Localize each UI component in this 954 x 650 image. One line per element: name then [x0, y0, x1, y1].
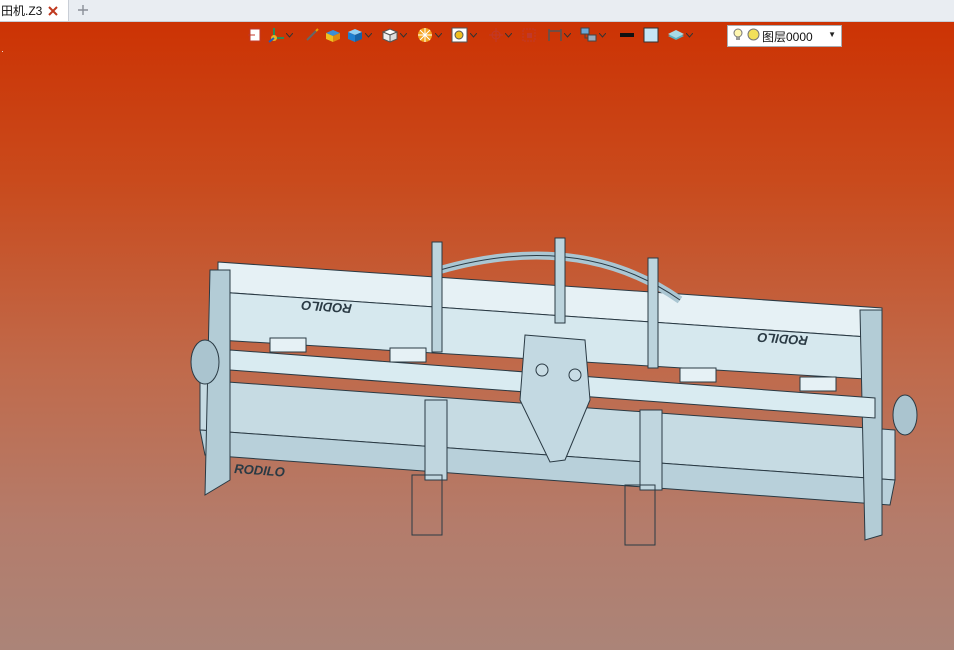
blue-cube-icon[interactable]	[345, 24, 372, 46]
close-icon[interactable]	[47, 5, 59, 17]
chevron-down-icon	[470, 24, 477, 46]
chevron-down-icon	[286, 24, 293, 46]
axis-triad-icon[interactable]	[266, 24, 293, 46]
line-color-icon[interactable]	[618, 24, 636, 46]
color-wheel-icon[interactable]	[415, 24, 442, 46]
assembly-icon[interactable]	[579, 24, 606, 46]
fill-color-icon[interactable]	[642, 24, 660, 46]
chevron-down-icon	[505, 24, 512, 46]
tab-bar: 田机.Z3	[0, 0, 954, 22]
chevron-down-icon	[400, 24, 407, 46]
chevron-down-icon	[686, 24, 693, 46]
chevron-down-icon	[564, 24, 571, 46]
view-orient-icon[interactable]	[246, 24, 264, 46]
zoom-fit-icon[interactable]	[450, 24, 477, 46]
crosshair-icon[interactable]	[487, 24, 512, 46]
lightbulb-icon	[732, 28, 744, 45]
view-toolbar	[246, 24, 695, 46]
white-cube-icon[interactable]	[380, 24, 407, 46]
chevron-down-icon	[435, 24, 442, 46]
layer-color-icon	[747, 28, 760, 44]
new-tab-button[interactable]	[75, 2, 91, 18]
pen-icon[interactable]	[303, 24, 321, 46]
shaded-box-icon[interactable]	[323, 24, 343, 46]
brand-label-front: RODILO	[234, 461, 285, 479]
document-tab[interactable]: 田机.Z3	[0, 0, 69, 21]
layer-name: 图层0000	[762, 29, 813, 44]
frame-select-icon[interactable]	[520, 24, 538, 46]
viewport-marker: ·	[1, 46, 4, 56]
section-icon[interactable]	[546, 24, 571, 46]
dropdown-arrow-icon: ▼	[828, 30, 836, 39]
layer-dropdown[interactable]: 图层0000 ▼	[727, 25, 842, 47]
chevron-down-icon	[365, 24, 372, 46]
chevron-down-icon	[599, 24, 606, 46]
tab-title: 田机.Z3	[1, 4, 43, 18]
layer-stack-icon[interactable]	[666, 24, 693, 46]
rotary-tiller-model[interactable]: RODILO RODILO RODILO	[170, 230, 930, 560]
